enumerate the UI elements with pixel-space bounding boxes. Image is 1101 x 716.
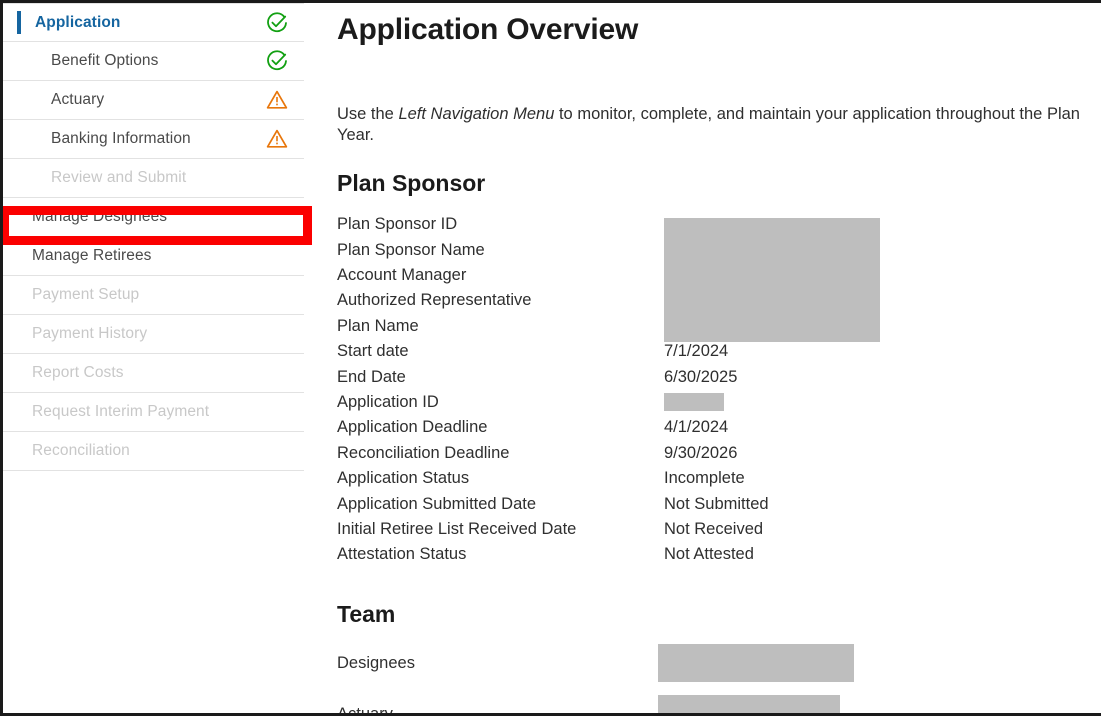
sidebar-item-label: Payment Setup: [32, 286, 139, 304]
sidebar-item-label: Actuary: [51, 91, 104, 109]
plan-sponsor-details: Plan Sponsor ID Plan Sponsor Name Accoun…: [337, 215, 1091, 570]
sidebar-item-label: Manage Retirees: [32, 247, 152, 265]
sidebar-item-payment-setup: Payment Setup: [3, 276, 304, 315]
active-indicator-bar: [17, 11, 21, 34]
detail-row: Application Status Incomplete: [337, 469, 1091, 494]
sidebar-item-label: Application: [35, 14, 121, 32]
sidebar-item-report-costs: Report Costs: [3, 354, 304, 393]
redacted-application-id: [664, 393, 724, 411]
sidebar-item-label: Payment History: [32, 325, 147, 343]
main-content: Application Overview Use the Left Naviga…: [304, 3, 1101, 713]
detail-value: Not Received: [664, 520, 763, 539]
sidebar-item-manage-designees[interactable]: Manage Designees: [3, 198, 304, 237]
sidebar-item-label: Reconciliation: [32, 442, 130, 460]
detail-value: 4/1/2024: [664, 418, 728, 437]
sidebar-item-banking-information[interactable]: Banking Information: [3, 120, 304, 159]
detail-label: Plan Sponsor ID: [337, 215, 664, 234]
detail-label: Plan Sponsor Name: [337, 241, 664, 260]
detail-label: Application ID: [337, 393, 664, 412]
detail-value: 6/30/2025: [664, 368, 737, 387]
sidebar-item-payment-history: Payment History: [3, 315, 304, 354]
intro-before: Use the: [337, 105, 398, 123]
sidebar-item-review-and-submit: Review and Submit: [3, 159, 304, 198]
page-title: Application Overview: [337, 13, 1091, 47]
sidebar-item-label: Benefit Options: [51, 52, 158, 70]
detail-row: Initial Retiree List Received Date Not R…: [337, 520, 1091, 545]
detail-label: Initial Retiree List Received Date: [337, 520, 664, 539]
detail-row: Application Deadline 4/1/2024: [337, 418, 1091, 443]
detail-label: Application Deadline: [337, 418, 664, 437]
sidebar-item-manage-retirees[interactable]: Manage Retirees: [3, 237, 304, 276]
detail-value: 9/30/2026: [664, 444, 737, 463]
detail-row: Application ID: [337, 393, 1091, 418]
detail-label: Application Submitted Date: [337, 495, 664, 514]
team-row: Actuary: [337, 689, 1091, 713]
sidebar-item-reconciliation: Reconciliation: [3, 432, 304, 471]
team-section-title: Team: [337, 601, 1091, 628]
left-navigation-menu: Application Benefit Options Actuary: [3, 3, 304, 713]
team-details: Designees Actuary: [337, 638, 1091, 713]
detail-value: Not Attested: [664, 545, 754, 564]
detail-value: 7/1/2024: [664, 342, 728, 361]
sidebar-item-application[interactable]: Application: [3, 3, 304, 42]
detail-label: Start date: [337, 342, 664, 361]
team-row: Designees: [337, 638, 1091, 689]
sidebar-item-label: Report Costs: [32, 364, 124, 382]
sidebar-item-label: Banking Information: [51, 130, 191, 148]
team-label: Designees: [337, 654, 658, 673]
sidebar-item-benefit-options[interactable]: Benefit Options: [3, 42, 304, 81]
application-overview-page: Application Benefit Options Actuary: [0, 0, 1101, 716]
intro-text: Use the Left Navigation Menu to monitor,…: [337, 104, 1091, 145]
detail-row: Start date 7/1/2024: [337, 342, 1091, 367]
sidebar-item-label: Review and Submit: [51, 169, 186, 187]
detail-row: Reconciliation Deadline 9/30/2026: [337, 444, 1091, 469]
detail-label: Reconciliation Deadline: [337, 444, 664, 463]
detail-label: Application Status: [337, 469, 664, 488]
redacted-plan-sponsor-block: [664, 218, 880, 342]
redacted-actuary-value: [658, 695, 840, 713]
warning-triangle-icon: [266, 89, 288, 111]
detail-label: Authorized Representative: [337, 291, 664, 310]
warning-triangle-icon: [266, 128, 288, 150]
detail-value: [664, 393, 724, 413]
detail-row: Application Submitted Date Not Submitted: [337, 495, 1091, 520]
sidebar-item-label: Manage Designees: [32, 208, 167, 226]
detail-label: Plan Name: [337, 317, 664, 336]
detail-row: Attestation Status Not Attested: [337, 545, 1091, 570]
intro-emphasis: Left Navigation Menu: [398, 105, 554, 123]
check-circle-icon: [266, 12, 288, 34]
redacted-designees-value: [658, 644, 854, 682]
plan-sponsor-section-title: Plan Sponsor: [337, 170, 1091, 197]
sidebar-item-request-interim-payment: Request Interim Payment: [3, 393, 304, 432]
detail-label: End Date: [337, 368, 664, 387]
sidebar-item-actuary[interactable]: Actuary: [3, 81, 304, 120]
check-circle-icon: [266, 50, 288, 72]
sidebar-item-label: Request Interim Payment: [32, 403, 209, 421]
team-label: Actuary: [337, 705, 658, 713]
detail-value: Incomplete: [664, 469, 745, 488]
detail-label: Account Manager: [337, 266, 664, 285]
detail-label: Attestation Status: [337, 545, 664, 564]
detail-value: Not Submitted: [664, 495, 769, 514]
detail-row: End Date 6/30/2025: [337, 368, 1091, 393]
